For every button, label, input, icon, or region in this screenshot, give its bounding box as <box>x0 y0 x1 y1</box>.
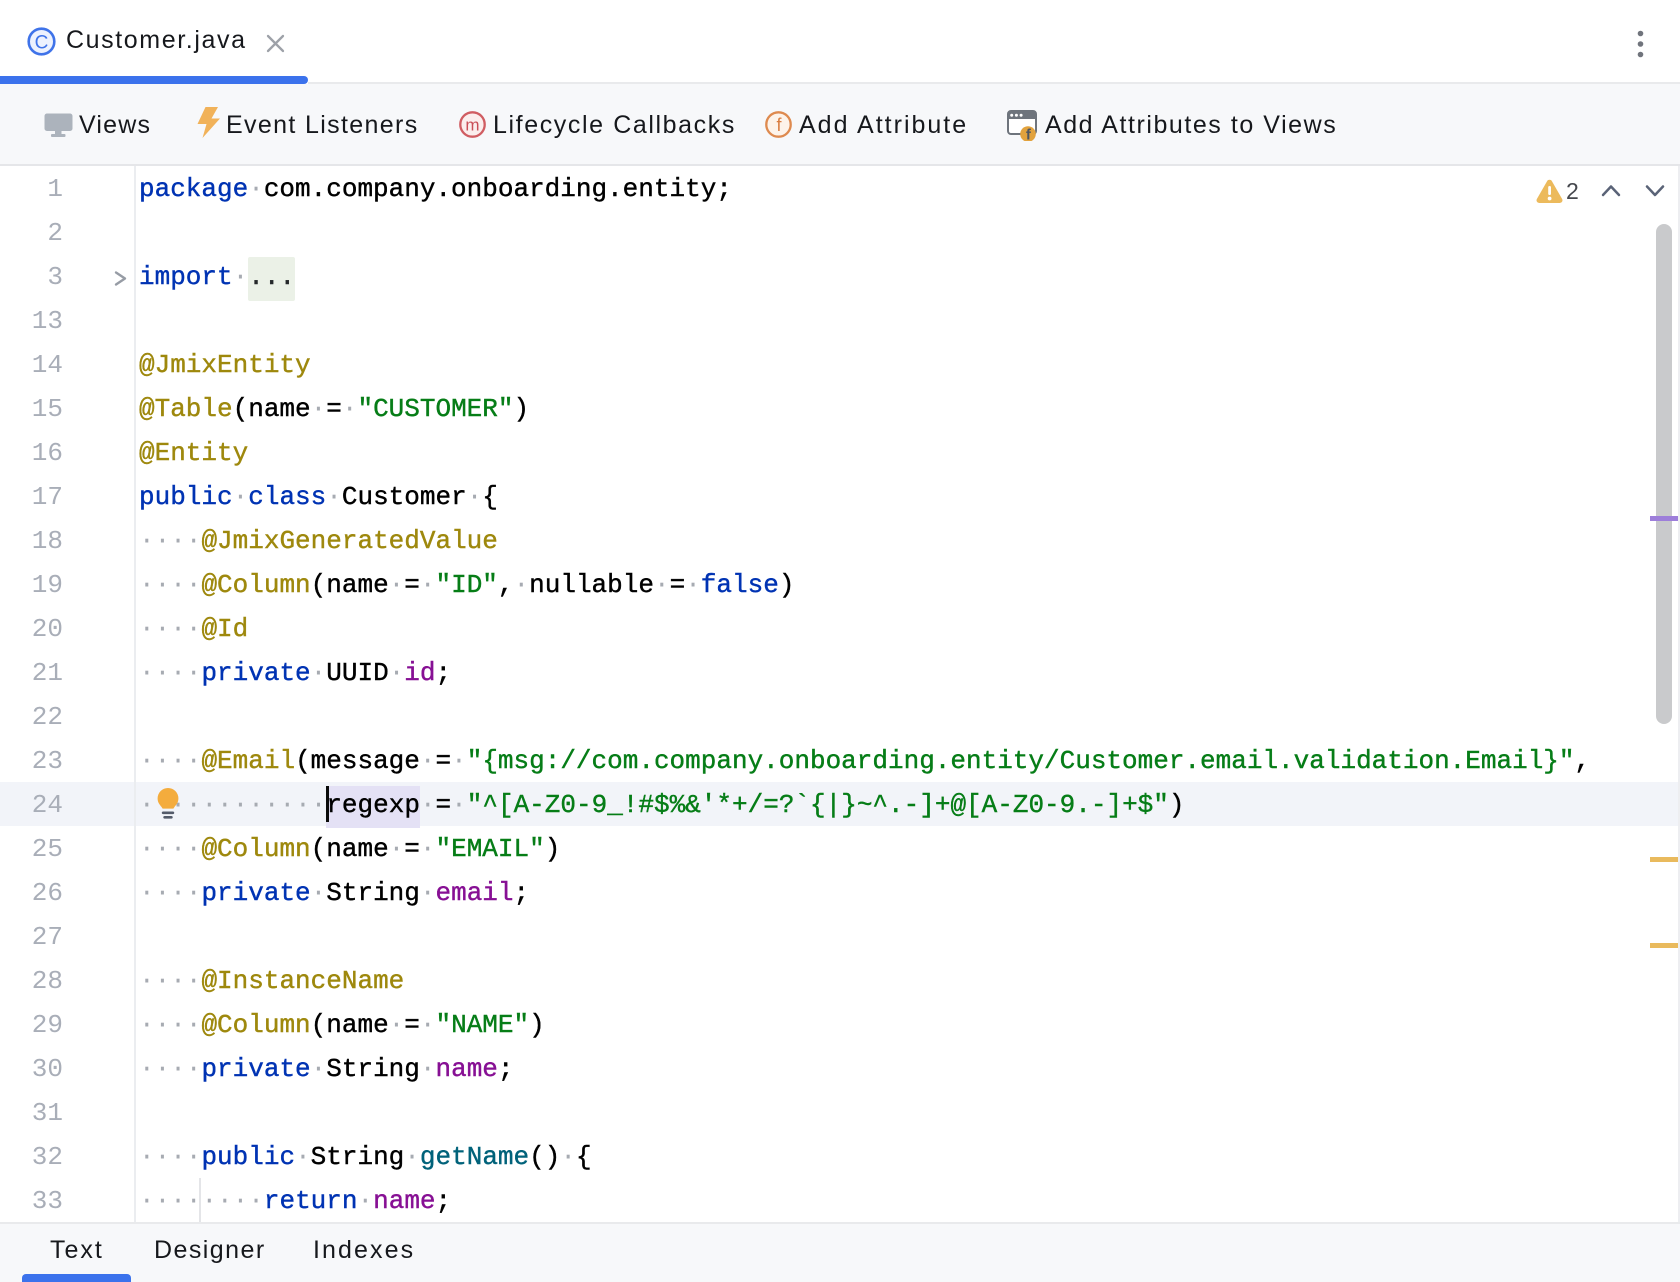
svg-text:C: C <box>35 33 49 54</box>
svg-text:m: m <box>465 116 479 135</box>
